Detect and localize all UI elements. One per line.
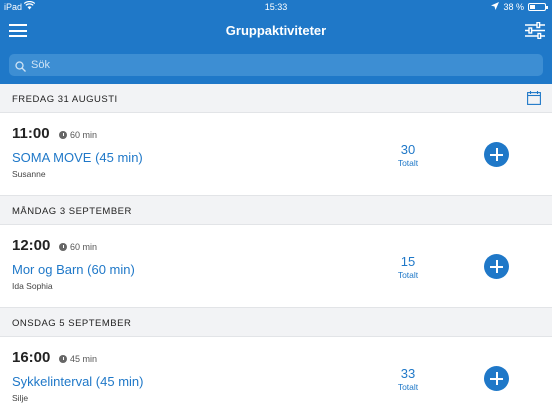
participant-count: 30 xyxy=(400,142,416,157)
participant-count-label: Totalt xyxy=(397,270,419,280)
activity-duration: 60 min xyxy=(59,130,97,140)
search-input[interactable] xyxy=(31,54,531,76)
add-booking-button[interactable] xyxy=(484,142,509,167)
participant-count-label: Totalt xyxy=(397,382,419,392)
activity-name[interactable]: Sykkelinterval (45 min) xyxy=(12,374,144,389)
calendar-icon[interactable] xyxy=(527,91,541,108)
activity-instructor: Susanne xyxy=(12,169,46,179)
activity-duration-label: 60 min xyxy=(70,130,98,140)
participant-count-label: Totalt xyxy=(397,158,419,168)
status-time: 15:33 xyxy=(264,2,288,12)
search-area xyxy=(0,48,552,84)
participant-count: 33 xyxy=(400,366,416,381)
activity-row[interactable]: 11:00 60 min SOMA MOVE (45 min) Susanne … xyxy=(0,113,552,196)
activity-duration: 60 min xyxy=(59,242,97,252)
battery-icon xyxy=(528,3,548,11)
activity-name[interactable]: SOMA MOVE (45 min) xyxy=(12,150,143,165)
battery-percent: 38 % xyxy=(503,2,524,12)
location-arrow-icon xyxy=(491,2,500,12)
activity-row[interactable]: 12:00 60 min Mor og Barn (60 min) Ida So… xyxy=(0,225,552,308)
date-header: MÅNDAG 3 SEPTEMBER xyxy=(0,196,552,225)
date-header: FREDAG 31 AUGUSTI xyxy=(0,84,552,113)
activity-start-time: 16:00 xyxy=(12,349,51,366)
add-booking-button[interactable] xyxy=(484,254,509,279)
battery-fill xyxy=(530,5,536,9)
status-bar: iPad 15:33 38 % xyxy=(0,0,552,14)
activity-instructor: Silje xyxy=(12,393,29,403)
filter-sliders-icon[interactable] xyxy=(525,21,545,40)
clock-icon xyxy=(59,355,67,363)
activity-duration-label: 60 min xyxy=(70,242,98,252)
date-header-label: ONSDAG 5 SEPTEMBER xyxy=(12,318,132,329)
date-header: ONSDAG 5 SEPTEMBER xyxy=(0,308,552,337)
activity-instructor: Ida Sophia xyxy=(12,281,53,291)
search-box[interactable] xyxy=(9,54,543,76)
clock-icon xyxy=(59,243,67,251)
activity-duration-label: 45 min xyxy=(70,354,98,364)
nav-bar: Gruppaktiviteter xyxy=(0,14,552,48)
activity-duration: 45 min xyxy=(59,354,97,364)
add-booking-button[interactable] xyxy=(484,366,509,391)
participant-count: 15 xyxy=(400,254,416,269)
date-header-label: MÅNDAG 3 SEPTEMBER xyxy=(12,206,132,217)
clock-icon xyxy=(59,131,67,139)
date-header-label: FREDAG 31 AUGUSTI xyxy=(12,94,118,105)
activity-start-time: 11:00 xyxy=(12,125,50,142)
activity-start-time: 12:00 xyxy=(12,237,51,254)
activity-row[interactable]: 16:00 45 min Sykkelinterval (45 min) Sil… xyxy=(0,337,552,414)
page-title: Gruppaktiviteter xyxy=(225,23,327,38)
search-icon xyxy=(15,59,26,77)
activity-name[interactable]: Mor og Barn (60 min) xyxy=(12,262,135,277)
